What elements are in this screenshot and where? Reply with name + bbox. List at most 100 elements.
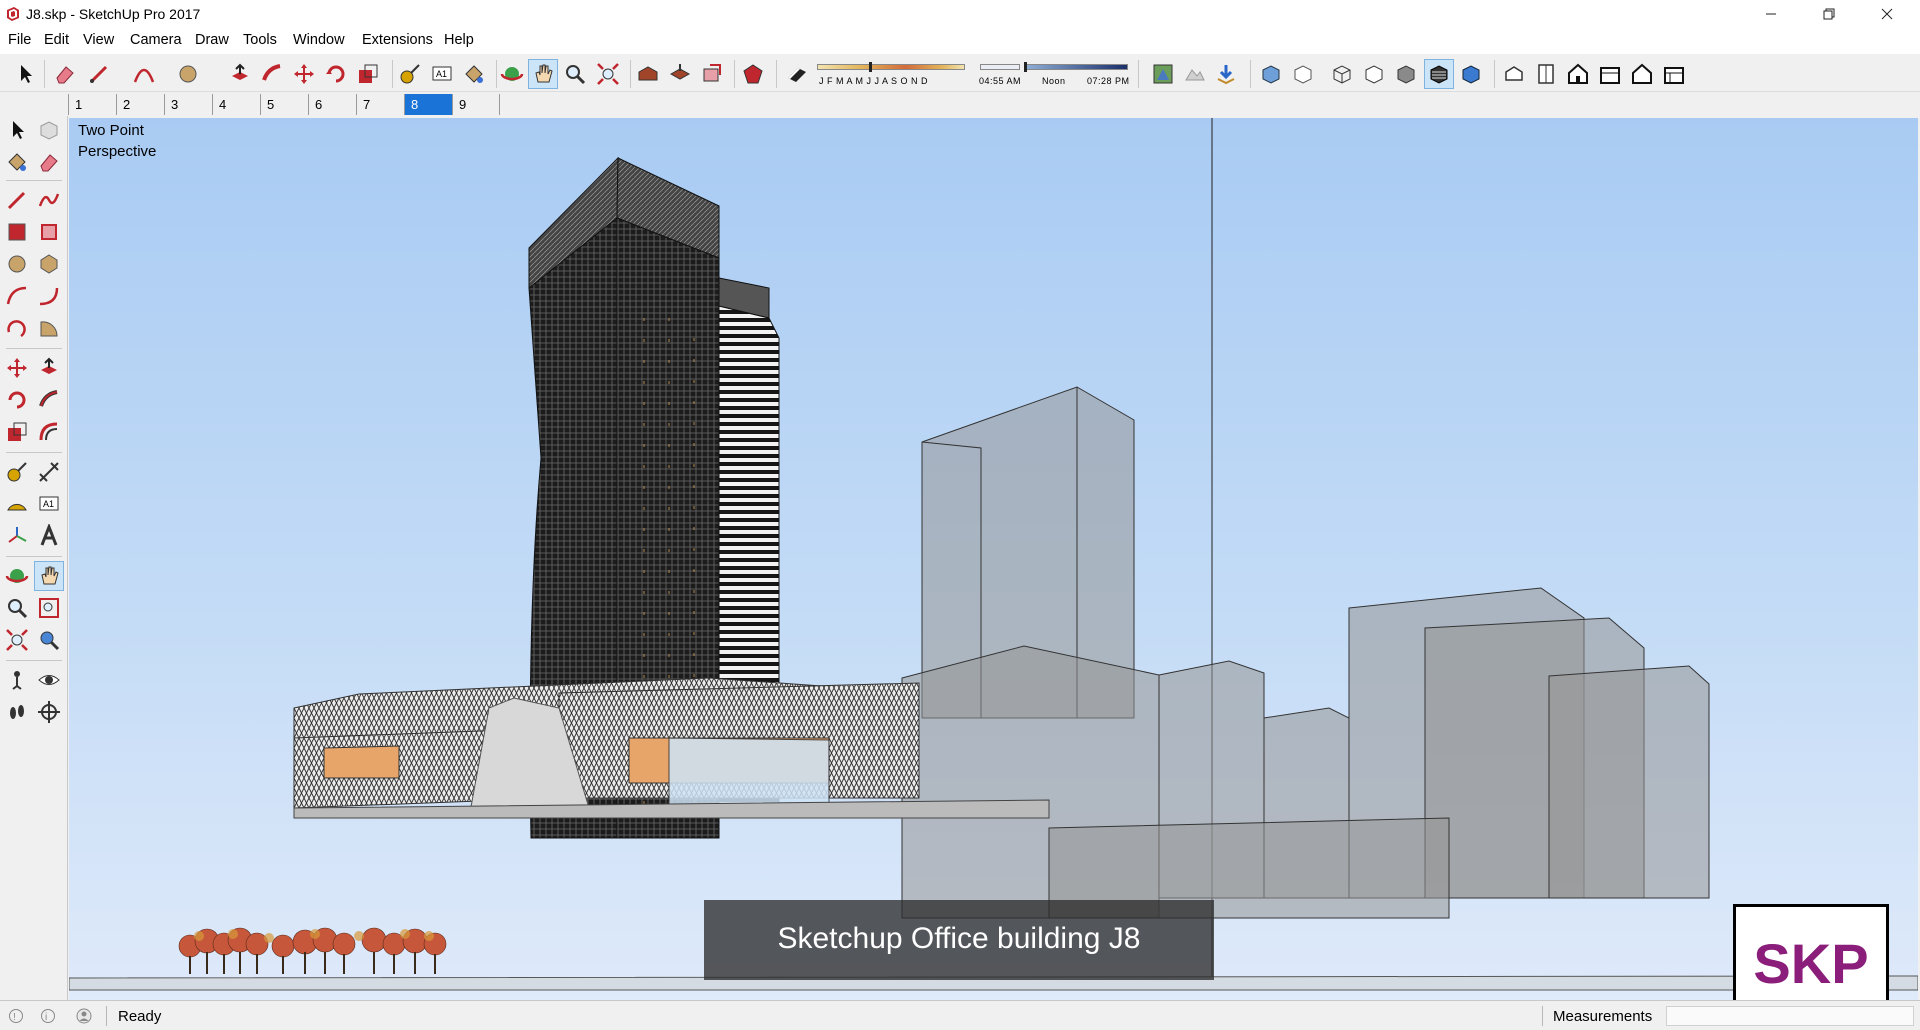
- scene-tab-active[interactable]: 8: [404, 94, 452, 115]
- follow-me-icon[interactable]: [260, 62, 284, 86]
- menu-tools[interactable]: Tools: [243, 32, 277, 48]
- move-icon[interactable]: [292, 62, 316, 86]
- paint-bucket-icon[interactable]: [5, 150, 29, 174]
- warehouse-icon[interactable]: [636, 62, 660, 86]
- two-point-arc-icon[interactable]: [37, 284, 61, 308]
- minimize-button[interactable]: [1742, 0, 1800, 28]
- scene-tab[interactable]: 1: [68, 94, 116, 115]
- menu-edit[interactable]: Edit: [44, 32, 69, 48]
- rotate-icon[interactable]: [5, 388, 29, 412]
- tape-measure-icon[interactable]: [398, 62, 422, 86]
- paint-bucket-icon[interactable]: [462, 62, 486, 86]
- arc-icon[interactable]: [5, 284, 29, 308]
- walk-icon[interactable]: [5, 700, 29, 724]
- measurements-input[interactable]: [1666, 1006, 1914, 1026]
- orbit-icon[interactable]: [500, 62, 524, 86]
- select-icon[interactable]: [5, 118, 29, 142]
- axes-icon[interactable]: [5, 524, 29, 548]
- add-location-icon[interactable]: [1151, 62, 1175, 86]
- polygon-icon[interactable]: [37, 252, 61, 276]
- offset-icon[interactable]: [37, 420, 61, 444]
- menu-camera[interactable]: Camera: [130, 32, 182, 48]
- shaded-icon[interactable]: [1394, 62, 1418, 86]
- menu-extensions[interactable]: Extensions: [362, 32, 433, 48]
- menu-file[interactable]: File: [8, 32, 31, 48]
- line-icon[interactable]: [87, 62, 111, 86]
- tape-measure-icon[interactable]: [5, 460, 29, 484]
- zoom-icon[interactable]: [563, 62, 587, 86]
- rotated-rectangle-icon[interactable]: [37, 220, 61, 244]
- shadow-time-slider[interactable]: [980, 62, 1128, 72]
- geo-location-icon[interactable]: !: [8, 1008, 24, 1024]
- left-view-icon[interactable]: [1662, 62, 1686, 86]
- pie-icon[interactable]: [37, 316, 61, 340]
- zoom-icon[interactable]: [5, 596, 29, 620]
- position-camera-icon[interactable]: [5, 668, 29, 692]
- back-edges-icon[interactable]: [1291, 62, 1315, 86]
- make-component-icon[interactable]: [37, 118, 61, 142]
- circle-shape-icon[interactable]: [176, 62, 200, 86]
- 3d-text-icon[interactable]: [37, 524, 61, 548]
- shadows-toggle-icon[interactable]: [785, 62, 809, 86]
- model-viewport[interactable]: Two Point Perspective Sketchup Office bu…: [69, 118, 1918, 1000]
- menu-help[interactable]: Help: [444, 32, 474, 48]
- right-view-icon[interactable]: [1598, 62, 1622, 86]
- line-icon[interactable]: [5, 188, 29, 212]
- text-icon[interactable]: A1: [430, 62, 454, 86]
- back-view-icon[interactable]: [1630, 62, 1654, 86]
- eraser-icon[interactable]: [53, 62, 77, 86]
- circle-icon[interactable]: [5, 252, 29, 276]
- arc-icon[interactable]: [132, 62, 156, 86]
- monochrome-icon[interactable]: [1459, 62, 1483, 86]
- dimension-icon[interactable]: [37, 460, 61, 484]
- import-icon[interactable]: [1214, 62, 1238, 86]
- close-button[interactable]: [1858, 0, 1916, 28]
- shadow-month-slider[interactable]: [817, 62, 965, 72]
- move-icon[interactable]: [5, 356, 29, 380]
- user-account-icon[interactable]: [76, 1008, 92, 1024]
- menu-draw[interactable]: Draw: [195, 32, 229, 48]
- front-view-icon[interactable]: [1566, 62, 1590, 86]
- iso-view-icon[interactable]: [1502, 62, 1526, 86]
- orbit-icon[interactable]: [5, 564, 29, 588]
- section-plane-icon[interactable]: [37, 700, 61, 724]
- scale-icon[interactable]: [356, 62, 380, 86]
- extension-warehouse-icon[interactable]: [741, 62, 765, 86]
- toggle-terrain-icon[interactable]: [1183, 62, 1207, 86]
- look-around-icon[interactable]: [37, 668, 61, 692]
- scene-tab[interactable]: 3: [164, 94, 212, 115]
- select-icon[interactable]: [13, 62, 37, 86]
- menu-window[interactable]: Window: [293, 32, 345, 48]
- eraser-icon[interactable]: [37, 150, 61, 174]
- wireframe-icon[interactable]: [1330, 62, 1354, 86]
- shaded-textures-icon[interactable]: [1427, 62, 1451, 86]
- maximize-button[interactable]: [1800, 0, 1858, 28]
- scene-tab[interactable]: 5: [260, 94, 308, 115]
- rotate-icon[interactable]: [324, 62, 348, 86]
- top-view-icon[interactable]: [1534, 62, 1558, 86]
- pan-icon[interactable]: [37, 564, 61, 588]
- scene-tab[interactable]: 7: [356, 94, 404, 115]
- text-icon[interactable]: A1: [37, 492, 61, 516]
- scene-tab[interactable]: 6: [308, 94, 356, 115]
- zoom-extents-icon[interactable]: [596, 62, 620, 86]
- push-pull-icon[interactable]: [37, 356, 61, 380]
- share-component-icon[interactable]: [700, 62, 724, 86]
- scene-tab[interactable]: 4: [212, 94, 260, 115]
- zoom-window-icon[interactable]: [37, 596, 61, 620]
- share-model-icon[interactable]: [668, 62, 692, 86]
- hidden-line-icon[interactable]: [1362, 62, 1386, 86]
- scene-tab[interactable]: 9: [452, 94, 500, 115]
- push-pull-icon[interactable]: [228, 62, 252, 86]
- freehand-icon[interactable]: [37, 188, 61, 212]
- xray-style-icon[interactable]: [1259, 62, 1283, 86]
- follow-me-icon[interactable]: [37, 388, 61, 412]
- scale-icon[interactable]: [5, 420, 29, 444]
- credits-icon[interactable]: i: [40, 1008, 56, 1024]
- scene-tab[interactable]: 2: [116, 94, 164, 115]
- protractor-icon[interactable]: [5, 492, 29, 516]
- menu-view[interactable]: View: [83, 32, 114, 48]
- pan-icon[interactable]: [531, 62, 555, 86]
- zoom-extents-icon[interactable]: [5, 628, 29, 652]
- previous-view-icon[interactable]: [37, 628, 61, 652]
